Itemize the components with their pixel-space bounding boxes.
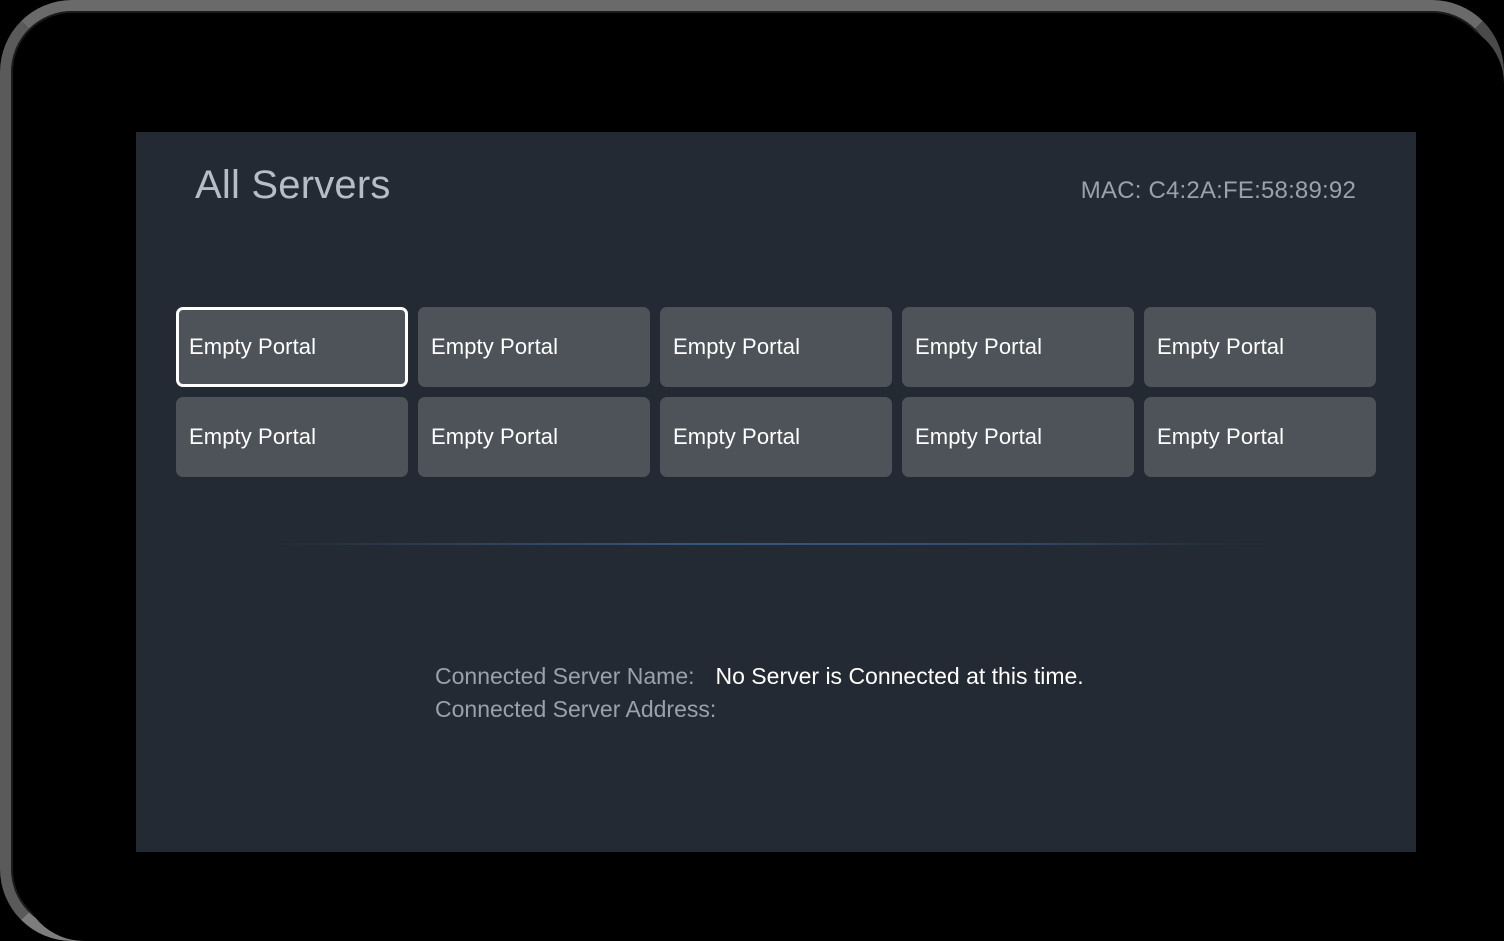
section-divider	[271, 543, 1293, 545]
portal-tile-4[interactable]: Empty Portal	[902, 307, 1134, 387]
connected-server-address-row: Connected Server Address:	[435, 693, 1084, 726]
portal-tile-1[interactable]: Empty Portal	[176, 307, 408, 387]
portal-tile-label: Empty Portal	[673, 334, 801, 359]
portal-tile-label: Empty Portal	[189, 334, 317, 359]
portal-tile-label: Empty Portal	[915, 334, 1043, 359]
portal-tile-7[interactable]: Empty Portal	[418, 397, 650, 477]
device-screen: All Servers MAC: C4:2A:FE:58:89:92 Empty…	[22, 22, 1504, 941]
mac-address-label: MAC: C4:2A:FE:58:89:92	[1080, 177, 1356, 204]
portal-tile-9[interactable]: Empty Portal	[902, 397, 1134, 477]
portal-tile-label: Empty Portal	[1157, 424, 1285, 449]
page-title: All Servers	[195, 163, 391, 207]
portal-tile-label: Empty Portal	[431, 424, 559, 449]
portal-tile-3[interactable]: Empty Portal	[660, 307, 892, 387]
portal-tile-10[interactable]: Empty Portal	[1144, 397, 1376, 477]
portal-tile-2[interactable]: Empty Portal	[418, 307, 650, 387]
portal-tile-label: Empty Portal	[189, 424, 317, 449]
portal-tile-6[interactable]: Empty Portal	[176, 397, 408, 477]
connected-server-name-label: Connected Server Name:	[435, 663, 695, 689]
portal-tile-8[interactable]: Empty Portal	[660, 397, 892, 477]
portal-tile-5[interactable]: Empty Portal	[1144, 307, 1376, 387]
connected-server-name-row: Connected Server Name: No Server is Conn…	[435, 660, 1084, 693]
portal-tile-label: Empty Portal	[915, 424, 1043, 449]
connected-server-name-value: No Server is Connected at this time.	[715, 663, 1084, 689]
portal-tile-label: Empty Portal	[431, 334, 559, 359]
device-bezel: All Servers MAC: C4:2A:FE:58:89:92 Empty…	[0, 0, 1504, 941]
portal-grid: Empty Portal Empty Portal Empty Portal E…	[176, 307, 1376, 477]
connected-server-address-label: Connected Server Address:	[435, 696, 717, 722]
portal-tile-label: Empty Portal	[673, 424, 801, 449]
connection-info: Connected Server Name: No Server is Conn…	[435, 660, 1084, 726]
app-header: All Servers MAC: C4:2A:FE:58:89:92	[136, 132, 1416, 252]
portal-tile-label: Empty Portal	[1157, 334, 1285, 359]
app-window: All Servers MAC: C4:2A:FE:58:89:92 Empty…	[136, 132, 1416, 852]
